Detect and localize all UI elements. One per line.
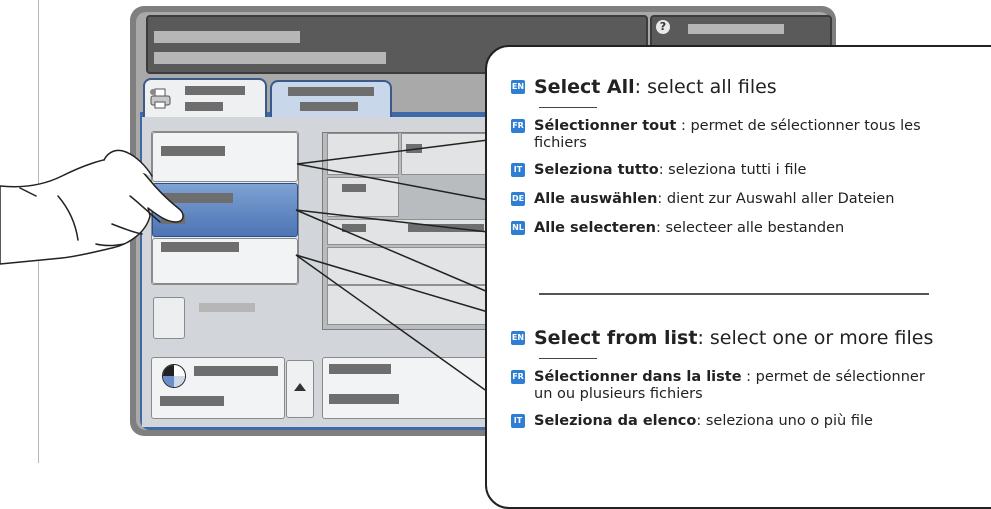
select-all-section: EN Select All: select all files FR Sélec… — [511, 76, 961, 237]
select-all-en: EN Select All: select all files — [511, 76, 961, 98]
lang-badge-it: IT — [511, 414, 525, 428]
lang-badge-fr: FR — [511, 119, 525, 133]
select-list-fr: FR Sélectionner dans la liste : permet d… — [511, 369, 961, 403]
select-list-it-title: Seleziona da elenco — [534, 413, 697, 429]
select-all-de: DE Alle auswählen: dient zur Auswahl all… — [511, 191, 961, 208]
divider-short — [539, 358, 597, 359]
lang-badge-it: IT — [511, 163, 525, 177]
select-all-nl-desc: : selecteer alle bestanden — [655, 220, 845, 236]
select-all-it-title: Seleziona tutto — [534, 162, 659, 178]
section-separator — [539, 293, 929, 295]
select-list-en: EN Select from list: select one or more … — [511, 327, 961, 349]
lang-badge-en: EN — [511, 80, 525, 94]
lang-badge-fr: FR — [511, 370, 525, 384]
select-list-fr-title: Sélectionner dans la liste — [534, 369, 742, 385]
select-all-en-desc: : select all files — [634, 76, 777, 98]
select-all-de-desc: : dient zur Auswahl aller Dateien — [657, 191, 895, 207]
lang-badge-de: DE — [511, 192, 525, 206]
select-all-en-title: Select All — [534, 76, 635, 98]
select-list-section: EN Select from list: select one or more … — [511, 327, 961, 430]
lang-badge-en: EN — [511, 331, 525, 345]
divider-short — [539, 107, 597, 108]
lang-badge-nl: NL — [511, 221, 525, 235]
select-all-it: IT Seleziona tutto: seleziona tutti i fi… — [511, 162, 961, 179]
select-list-it: IT Seleziona da elenco: seleziona uno o … — [511, 413, 961, 430]
select-list-en-title: Select from list — [534, 327, 698, 349]
select-all-nl: NL Alle selecteren: selecteer alle besta… — [511, 220, 961, 237]
select-all-it-desc: : seleziona tutti i file — [658, 162, 807, 178]
select-all-nl-title: Alle selecteren — [534, 220, 656, 236]
select-all-de-title: Alle auswählen — [534, 191, 658, 207]
select-list-it-desc: : seleziona uno o più file — [696, 413, 873, 429]
select-all-fr-title: Sélectionner tout — [534, 118, 677, 134]
select-list-en-desc: : select one or more files — [697, 327, 934, 349]
select-all-fr: FR Sélectionner tout : permet de sélecti… — [511, 118, 961, 152]
